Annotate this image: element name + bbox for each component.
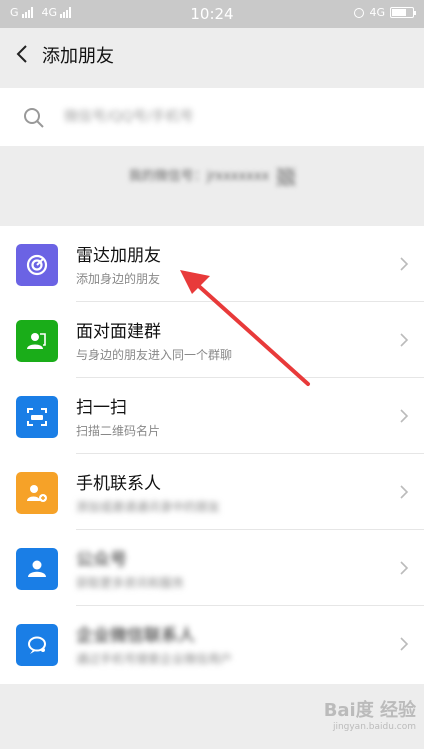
watermark-text: Bai度 经验 [323, 700, 416, 721]
watermark-sub: jingyan.baidu.com [332, 722, 416, 732]
option-official-account[interactable]: 公众号 获取更多资讯和服务 [0, 530, 424, 606]
chevron-left-icon[interactable] [12, 42, 34, 66]
status-bar: G 4G 10:24 4G [0, 0, 424, 28]
chevron-right-icon [400, 257, 409, 271]
option-subtitle: 与身边的朋友进入同一个群聊 [76, 348, 233, 362]
my-id-text: 我的微信号：jrxxxxxxx [128, 169, 270, 184]
battery-icon [390, 7, 416, 18]
enterprise-chat-icon [16, 624, 58, 666]
chevron-right-icon [400, 485, 409, 499]
option-title: 面对面建群 [76, 322, 161, 342]
alarm-icon [354, 7, 365, 18]
option-face-to-face-group[interactable]: 面对面建群 与身边的朋友进入同一个群聊 [0, 302, 424, 378]
phone-contacts-icon [16, 472, 58, 514]
option-title: 雷达加朋友 [76, 246, 161, 266]
my-id-line: 我的微信号：jrxxxxxxx [0, 165, 424, 186]
option-phone-contacts[interactable]: 手机联系人 添加或邀请通讯录中的朋友 [0, 454, 424, 530]
status-right: 4G [354, 6, 416, 19]
chevron-right-icon [400, 637, 409, 651]
watermark: Bai度 经验 jingyan.baidu.com [324, 696, 416, 732]
option-enterprise-contacts[interactable]: 企业微信联系人 通过手机号搜索企业微信用户 [0, 606, 424, 682]
option-subtitle: 添加或邀请通讯录中的朋友 [76, 500, 221, 514]
page-title: 添加朋友 [42, 46, 114, 67]
option-title: 企业微信联系人 [76, 626, 195, 646]
option-subtitle: 通过手机号搜索企业微信用户 [76, 652, 233, 666]
search-placeholder: 微信号/QQ号/手机号 [64, 109, 194, 125]
group-face-icon [16, 320, 58, 362]
chevron-right-icon [400, 333, 409, 347]
option-title: 公众号 [76, 550, 127, 570]
option-title: 扫一扫 [76, 398, 127, 418]
option-radar[interactable]: 雷达加朋友 添加身边的朋友 [0, 226, 424, 302]
nav-bar: 添加朋友 [0, 28, 424, 80]
option-scan[interactable]: 扫一扫 扫描二维码名片 [0, 378, 424, 454]
radar-icon [16, 244, 58, 286]
option-title: 手机联系人 [76, 474, 161, 494]
qr-code-icon [277, 167, 296, 186]
search-bar[interactable]: 微信号/QQ号/手机号 [0, 88, 424, 146]
option-subtitle: 扫描二维码名片 [76, 424, 161, 438]
official-account-icon [16, 548, 58, 590]
chevron-right-icon [400, 561, 409, 575]
scan-icon [16, 396, 58, 438]
my-id-row[interactable]: 我的微信号：jrxxxxxxx [0, 146, 424, 206]
search-icon [24, 108, 44, 128]
network-label: 4G [369, 6, 385, 19]
option-subtitle: 获取更多资讯和服务 [76, 576, 185, 590]
option-subtitle: 添加身边的朋友 [76, 272, 161, 286]
chevron-right-icon [400, 409, 409, 423]
add-friend-options: 雷达加朋友 添加身边的朋友 面对面建群 与身边的朋友进入同一个群聊 扫一扫 扫描… [0, 226, 424, 684]
